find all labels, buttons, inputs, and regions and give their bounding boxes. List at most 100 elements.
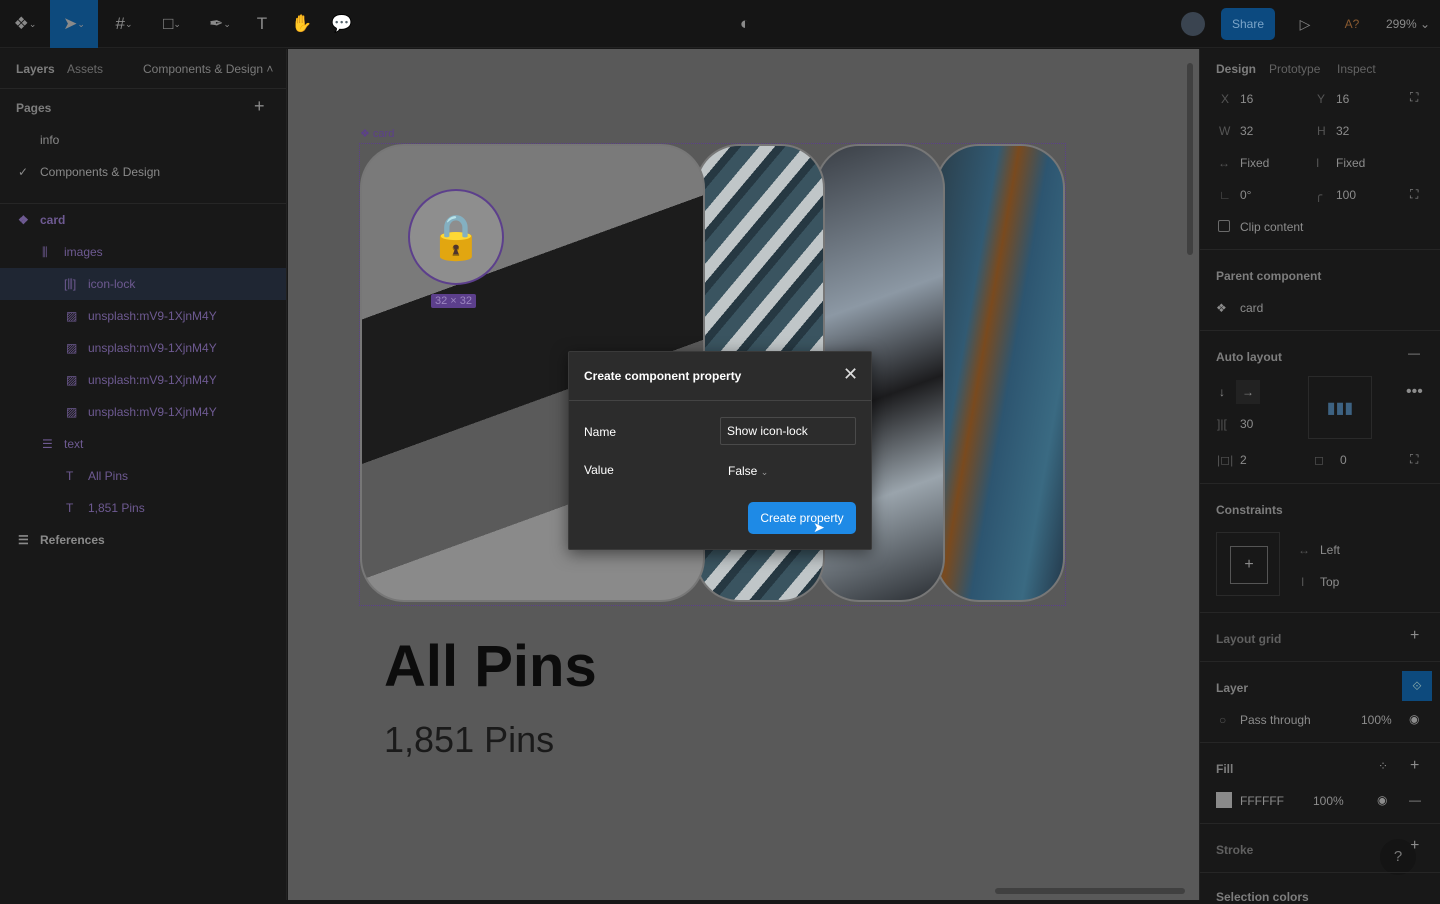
layer-references[interactable]: ☰ References: [0, 524, 286, 556]
hand-tool-icon[interactable]: ✋: [288, 0, 316, 48]
divider: [0, 88, 286, 89]
horizontal-scrollbar[interactable]: [995, 888, 1185, 894]
add-fill-icon[interactable]: +: [1410, 757, 1419, 775]
create-property-dialog: Create component property ✕ Name Value F…: [568, 351, 872, 550]
constraint-h-dropdown[interactable]: Left: [1320, 543, 1340, 557]
constraints-widget[interactable]: +: [1216, 532, 1280, 596]
spacing-field[interactable]: 30: [1240, 417, 1253, 431]
theme-toggle-icon[interactable]: ◐: [732, 0, 758, 48]
visibility-eye-icon[interactable]: ◉: [1409, 712, 1419, 726]
page-switcher-label: Components & Design: [143, 62, 264, 76]
remove-auto-layout-icon[interactable]: —: [1408, 346, 1420, 360]
spacing-icon: ]|[: [1217, 417, 1227, 431]
add-grid-icon[interactable]: +: [1410, 627, 1419, 645]
zoom-dropdown[interactable]: 299% ⌄: [1384, 0, 1432, 48]
page-label: Components & Design: [40, 165, 161, 179]
fill-visibility-eye-icon[interactable]: ◉: [1377, 793, 1387, 807]
lock-icon[interactable]: 🔒: [408, 189, 504, 285]
hsize-icon: ↔: [1218, 156, 1230, 170]
fill-hex-field[interactable]: FFFFFF: [1240, 794, 1284, 808]
rotation-field[interactable]: 0°: [1240, 188, 1251, 202]
x-field[interactable]: 16: [1240, 92, 1253, 106]
image-icon: ▨: [66, 373, 78, 387]
h-field[interactable]: 32: [1336, 124, 1349, 138]
layer-label: References: [40, 533, 105, 547]
independent-corners-icon[interactable]: ⛶: [1410, 187, 1418, 202]
share-button[interactable]: Share: [1221, 8, 1275, 40]
alignment-grid[interactable]: ▮▮▮: [1308, 376, 1372, 439]
subtitle-text[interactable]: 1,851 Pins: [384, 719, 554, 761]
layer-image[interactable]: ▨ unsplash:mV9-1XjnM4Y: [0, 332, 286, 364]
direction-horizontal-icon[interactable]: →: [1236, 380, 1260, 404]
styles-icon[interactable]: ⁘: [1378, 759, 1388, 773]
layer-image[interactable]: ▨ unsplash:mV9-1XjnM4Y: [0, 364, 286, 396]
auto-layout-icon: ⫼: [42, 244, 48, 259]
frame-label[interactable]: ❖ card: [360, 127, 394, 140]
w-field[interactable]: 32: [1240, 124, 1253, 138]
layer-images[interactable]: ⫼ images: [0, 236, 286, 268]
hsize-dropdown[interactable]: Fixed: [1240, 156, 1269, 170]
page-item-info[interactable]: info: [0, 124, 286, 156]
fill-swatch[interactable]: [1216, 792, 1232, 808]
parent-component-link[interactable]: card: [1240, 301, 1263, 315]
name-input[interactable]: [720, 417, 856, 445]
layer-card[interactable]: ❖ card: [0, 204, 286, 236]
layer-image[interactable]: ▨ unsplash:mV9-1XjnM4Y: [0, 300, 286, 332]
pen-tool-icon[interactable]: ✒ ⌄: [200, 0, 240, 48]
cursor-icon: ➤: [813, 519, 825, 535]
size-badge: 32 × 32: [431, 294, 477, 308]
tab-prototype[interactable]: Prototype: [1269, 62, 1320, 76]
comment-tool-icon[interactable]: 💬: [328, 0, 356, 48]
layer-text[interactable]: ☰ text: [0, 428, 286, 460]
tab-inspect[interactable]: Inspect: [1337, 62, 1376, 76]
w-label: W: [1219, 124, 1231, 138]
tab-layers[interactable]: Layers: [16, 62, 55, 76]
more-options-icon[interactable]: •••: [1406, 383, 1423, 401]
text-tool-icon[interactable]: T: [248, 0, 276, 48]
text-icon: T: [66, 501, 74, 515]
fill-opacity-field[interactable]: 100%: [1313, 794, 1344, 808]
title-text[interactable]: All Pins: [384, 633, 597, 700]
focus-selection-icon[interactable]: ⛶: [1410, 90, 1418, 105]
layer-image[interactable]: ▨ unsplash:mV9-1XjnM4Y: [0, 396, 286, 428]
layer-all-pins[interactable]: T All Pins: [0, 460, 286, 492]
vsize-dropdown[interactable]: Fixed: [1336, 156, 1365, 170]
a11y-badge[interactable]: A?: [1340, 0, 1364, 48]
close-icon[interactable]: ✕: [843, 364, 858, 385]
value-dropdown[interactable]: False ⌄: [728, 464, 768, 478]
y-label: Y: [1317, 92, 1326, 106]
move-tool-icon[interactable]: ➤ ⌄: [50, 0, 98, 48]
y-field[interactable]: 16: [1336, 92, 1349, 106]
add-page-icon[interactable]: +: [254, 96, 265, 117]
layer-opacity-field[interactable]: 100%: [1361, 713, 1392, 727]
horizontal-constraint-icon: ↔: [1298, 543, 1310, 557]
create-property-button[interactable]: Create property: [748, 502, 856, 534]
constraint-v-dropdown[interactable]: Top: [1320, 575, 1339, 589]
tab-assets[interactable]: Assets: [67, 62, 103, 76]
vertical-scrollbar[interactable]: [1187, 63, 1193, 255]
blend-dropdown[interactable]: Pass through: [1240, 713, 1311, 727]
layer-pins-count[interactable]: T 1,851 Pins: [0, 492, 286, 524]
remove-fill-icon[interactable]: —: [1409, 793, 1421, 807]
padding-h-field[interactable]: 2: [1240, 453, 1247, 467]
figma-menu-icon[interactable]: ❖ ⌄: [0, 0, 50, 48]
frame-tool-icon[interactable]: # ⌄: [104, 0, 144, 48]
page-switcher[interactable]: Components & Design ˄: [143, 62, 273, 76]
auto-layout-icon: ☰: [42, 437, 53, 451]
padding-v-field[interactable]: 0: [1340, 453, 1347, 467]
constraint-center[interactable]: +: [1230, 546, 1268, 584]
individual-padding-icon[interactable]: ⛶: [1410, 452, 1418, 467]
component-property-icon[interactable]: ⟐: [1402, 671, 1432, 701]
component-icon: ❖: [1216, 301, 1227, 315]
shape-tool-icon[interactable]: □ ⌄: [152, 0, 192, 48]
tab-design[interactable]: Design: [1216, 62, 1256, 76]
avatar[interactable]: [1181, 12, 1205, 36]
page-item-components[interactable]: ✓ Components & Design: [0, 156, 286, 188]
direction-vertical-icon[interactable]: ↓: [1219, 385, 1225, 399]
clip-content-checkbox[interactable]: [1218, 220, 1230, 232]
padding-h-icon: |◻|: [1217, 453, 1234, 467]
help-button[interactable]: ?: [1380, 839, 1416, 875]
radius-field[interactable]: 100: [1336, 188, 1356, 202]
layer-icon-lock[interactable]: [⫼] icon-lock: [0, 268, 286, 300]
present-play-icon[interactable]: ▷: [1293, 0, 1317, 48]
